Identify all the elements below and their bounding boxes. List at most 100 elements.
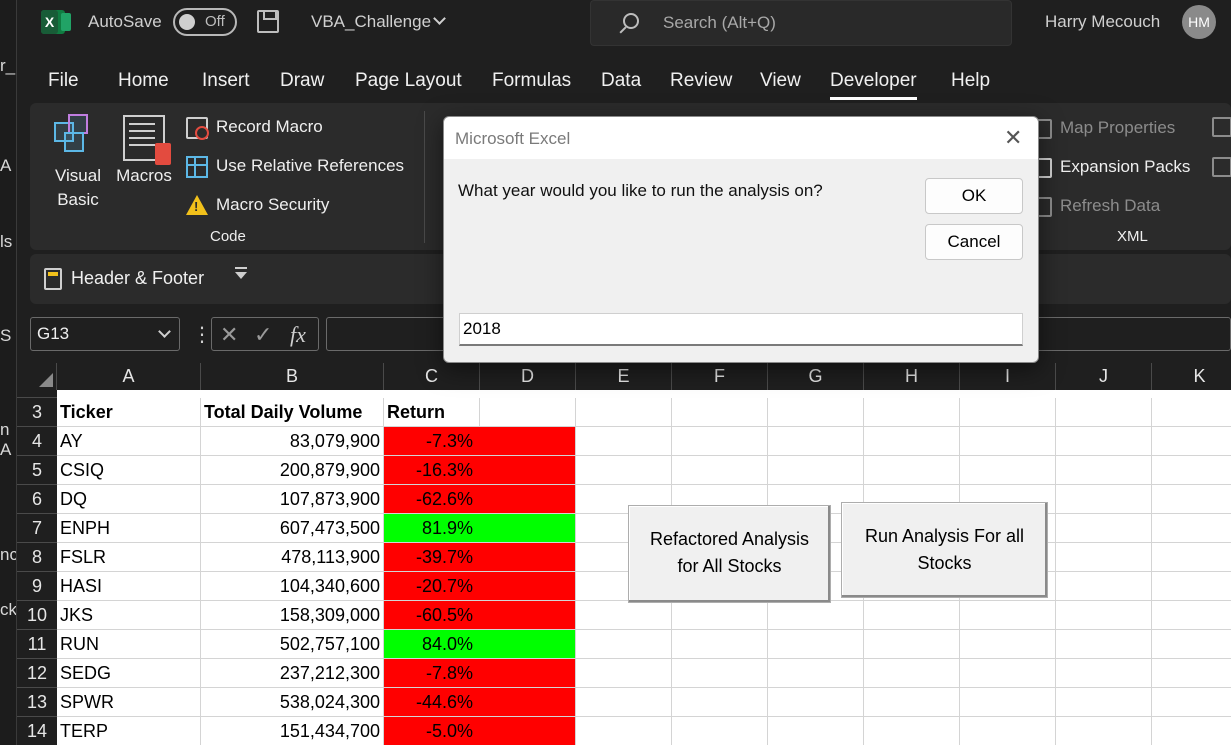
column-header-f[interactable]: F: [672, 363, 768, 390]
row-header[interactable]: 10: [17, 601, 57, 630]
cell-ticker[interactable]: AY: [57, 427, 201, 456]
cell[interactable]: [960, 427, 1056, 456]
tab-formulas[interactable]: Formulas: [492, 70, 571, 92]
cell[interactable]: [1056, 717, 1152, 745]
row-header[interactable]: 11: [17, 630, 57, 659]
tab-page-layout[interactable]: Page Layout: [355, 70, 462, 92]
row-header[interactable]: 8: [17, 543, 57, 572]
cell-volume[interactable]: 200,879,900: [201, 456, 384, 485]
cell[interactable]: [768, 717, 864, 745]
row-header[interactable]: 9: [17, 572, 57, 601]
cell-return[interactable]: -62.6%: [384, 485, 576, 514]
cell-return[interactable]: 81.9%: [384, 514, 576, 543]
cell-return[interactable]: -60.5%: [384, 601, 576, 630]
column-header-i[interactable]: I: [960, 363, 1056, 390]
cell[interactable]: [672, 601, 768, 630]
column-header-b[interactable]: B: [201, 363, 384, 390]
tab-review[interactable]: Review: [670, 70, 732, 92]
cell[interactable]: [960, 717, 1056, 745]
cell-ticker[interactable]: TERP: [57, 717, 201, 745]
cell-return[interactable]: -39.7%: [384, 543, 576, 572]
tab-home[interactable]: Home: [118, 70, 169, 92]
cell[interactable]: [1152, 572, 1231, 601]
cell-header-volume[interactable]: Total Daily Volume: [201, 398, 384, 427]
select-all-corner[interactable]: [17, 363, 57, 390]
cell[interactable]: [1056, 543, 1152, 572]
cell[interactable]: [768, 456, 864, 485]
cell[interactable]: [768, 688, 864, 717]
column-header-g[interactable]: G: [768, 363, 864, 390]
cell[interactable]: [864, 630, 960, 659]
cancel-button[interactable]: Cancel: [925, 224, 1023, 260]
cell-volume[interactable]: 607,473,500: [201, 514, 384, 543]
close-icon[interactable]: ✕: [1004, 127, 1022, 149]
cell[interactable]: [768, 427, 864, 456]
cell[interactable]: [960, 659, 1056, 688]
cell[interactable]: [1056, 688, 1152, 717]
cell-volume[interactable]: 104,340,600: [201, 572, 384, 601]
cell[interactable]: [864, 456, 960, 485]
export-icon[interactable]: [1212, 157, 1231, 177]
row-header[interactable]: 12: [17, 659, 57, 688]
column-header-a[interactable]: A: [57, 363, 201, 390]
cell[interactable]: [768, 659, 864, 688]
cell[interactable]: [672, 427, 768, 456]
cell[interactable]: [576, 427, 672, 456]
cell[interactable]: [1056, 514, 1152, 543]
column-header-c[interactable]: C: [384, 363, 480, 390]
cell-volume[interactable]: 502,757,100: [201, 630, 384, 659]
row-header[interactable]: 4: [17, 427, 57, 456]
run-analysis-button[interactable]: Run Analysis For all Stocks: [841, 502, 1048, 598]
cell[interactable]: [576, 601, 672, 630]
cell-return[interactable]: -5.0%: [384, 717, 576, 745]
chevron-down-icon[interactable]: [433, 12, 446, 25]
cell-volume[interactable]: 538,024,300: [201, 688, 384, 717]
cell[interactable]: [864, 601, 960, 630]
cell[interactable]: [576, 717, 672, 745]
cell[interactable]: [1056, 398, 1152, 427]
cell[interactable]: [576, 398, 672, 427]
cell-return[interactable]: -7.8%: [384, 659, 576, 688]
tab-view[interactable]: View: [760, 70, 801, 92]
cell-volume[interactable]: 83,079,900: [201, 427, 384, 456]
cell[interactable]: [1152, 398, 1231, 427]
column-header-j[interactable]: J: [1056, 363, 1152, 390]
cell[interactable]: [960, 601, 1056, 630]
save-icon[interactable]: [257, 10, 279, 33]
cell[interactable]: [672, 630, 768, 659]
cell[interactable]: [1056, 427, 1152, 456]
cell-header-ticker[interactable]: Ticker: [57, 398, 201, 427]
cell-header-return[interactable]: Return: [384, 398, 480, 427]
row-header[interactable]: 7: [17, 514, 57, 543]
cell-ticker[interactable]: CSIQ: [57, 456, 201, 485]
insert-function-icon[interactable]: fx: [290, 322, 306, 348]
column-header-d[interactable]: D: [480, 363, 576, 390]
cell-return[interactable]: 84.0%: [384, 630, 576, 659]
cell-ticker[interactable]: FSLR: [57, 543, 201, 572]
cell[interactable]: [864, 717, 960, 745]
cell[interactable]: [768, 398, 864, 427]
cell[interactable]: [864, 659, 960, 688]
autosave-toggle[interactable]: Off: [173, 8, 237, 36]
row-header[interactable]: 14: [17, 717, 57, 745]
cell-volume[interactable]: 158,309,000: [201, 601, 384, 630]
cell-ticker[interactable]: JKS: [57, 601, 201, 630]
tab-help[interactable]: Help: [951, 70, 990, 92]
cell[interactable]: [960, 688, 1056, 717]
cell-return[interactable]: -20.7%: [384, 572, 576, 601]
cell[interactable]: [672, 717, 768, 745]
column-header-h[interactable]: H: [864, 363, 960, 390]
refactored-analysis-button[interactable]: Refactored Analysis for All Stocks: [628, 505, 831, 603]
cell-ticker[interactable]: RUN: [57, 630, 201, 659]
cell[interactable]: [1056, 630, 1152, 659]
column-header-e[interactable]: E: [576, 363, 672, 390]
cell[interactable]: [1152, 485, 1231, 514]
cell[interactable]: [768, 630, 864, 659]
cell[interactable]: [768, 601, 864, 630]
cell[interactable]: [576, 688, 672, 717]
cell-return[interactable]: -7.3%: [384, 427, 576, 456]
ok-button[interactable]: OK: [925, 178, 1023, 214]
cell[interactable]: [1056, 485, 1152, 514]
cell[interactable]: [1152, 659, 1231, 688]
search-box[interactable]: Search (Alt+Q): [590, 0, 1012, 46]
